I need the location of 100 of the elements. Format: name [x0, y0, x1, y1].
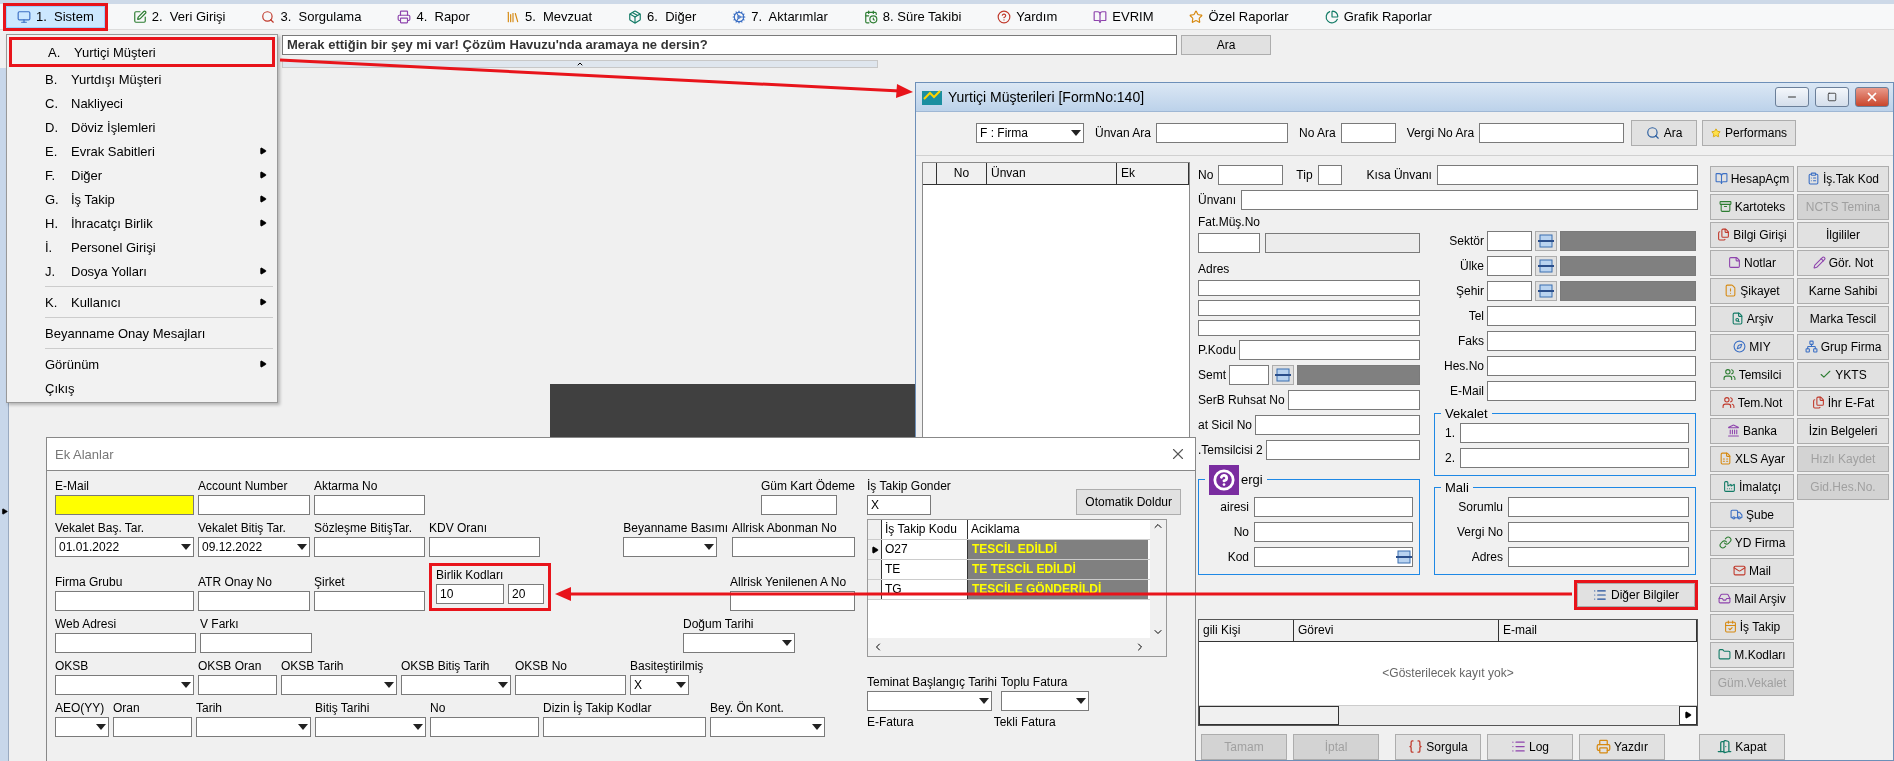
input-field[interactable]: [1265, 440, 1420, 461]
input-field[interactable]: [55, 633, 196, 653]
side-button[interactable]: Bilgi Girişi: [1710, 221, 1794, 248]
input-field[interactable]: [515, 675, 626, 695]
vertical-scrollbar[interactable]: [1150, 520, 1166, 638]
input-field[interactable]: [113, 717, 192, 737]
dropdown-field[interactable]: [710, 717, 825, 737]
menu-item[interactable]: 7. Aktarımlar: [721, 5, 839, 28]
menu-entry[interactable]: Görünüm: [9, 352, 275, 376]
input-field[interactable]: [1487, 306, 1696, 327]
side-button[interactable]: HesapAçm: [1710, 165, 1794, 192]
input-field[interactable]: [1460, 448, 1689, 469]
input-field[interactable]: [198, 675, 277, 695]
side-button[interactable]: Karne Sahibi: [1797, 277, 1889, 304]
horizontal-scrollbar[interactable]: [868, 638, 1166, 656]
input-field[interactable]: [1508, 547, 1689, 568]
menu-item[interactable]: 5. Mevzuat: [494, 5, 604, 28]
row-indicator[interactable]: [868, 560, 882, 579]
input-field[interactable]: [200, 633, 312, 653]
input-field[interactable]: [198, 495, 310, 515]
side-button[interactable]: İlgililer: [1797, 221, 1889, 248]
menu-entry[interactable]: E. Evrak Sabitleri: [9, 139, 275, 163]
dropdown-field[interactable]: 09.12.2022: [198, 537, 310, 557]
side-button[interactable]: Temsilci: [1710, 361, 1794, 388]
menu-item[interactable]: 8. Süre Takibi: [852, 5, 973, 28]
autofill-button[interactable]: Otomatik Doldur: [1076, 489, 1181, 515]
side-button[interactable]: Mail Arşiv: [1710, 585, 1794, 612]
menu-item[interactable]: 6. Diğer: [617, 5, 708, 28]
input-field[interactable]: [1255, 415, 1420, 436]
side-button[interactable]: MIY: [1710, 333, 1794, 360]
input-field[interactable]: [1254, 522, 1413, 543]
input-field[interactable]: [1460, 423, 1689, 444]
input-field[interactable]: [1317, 164, 1342, 185]
menu-entry[interactable]: Beyanname Onay Mesajları: [9, 321, 275, 345]
expand-arrow-icon[interactable]: [0, 508, 8, 515]
input-field[interactable]: [1229, 365, 1269, 386]
search-button[interactable]: Ara: [1631, 120, 1698, 147]
dropdown-field[interactable]: [867, 691, 992, 711]
splitter-bar[interactable]: [282, 60, 878, 68]
menu-item[interactable]: Yardım: [986, 5, 1069, 28]
dropdown-field[interactable]: [315, 717, 426, 737]
dropdown-field[interactable]: X: [630, 675, 689, 695]
input-field[interactable]: [314, 495, 425, 515]
lookup-button[interactable]: [1535, 231, 1557, 252]
input-field[interactable]: [1487, 381, 1696, 402]
side-button[interactable]: Kartoteks: [1710, 193, 1794, 220]
dialog-button[interactable]: Sorgula: [1395, 733, 1481, 760]
close-button[interactable]: [1855, 87, 1889, 108]
lookup-button[interactable]: [1535, 281, 1557, 302]
menu-item[interactable]: 4. Rapor: [386, 5, 481, 28]
side-button[interactable]: Gör. Not: [1797, 249, 1889, 276]
input-field[interactable]: [1198, 233, 1260, 254]
row-indicator[interactable]: [868, 540, 882, 559]
input-field[interactable]: [1479, 123, 1625, 144]
input-field[interactable]: [1287, 390, 1420, 411]
input-field[interactable]: [1508, 497, 1689, 518]
lookup-button[interactable]: [1535, 256, 1557, 277]
input-field[interactable]: [1254, 497, 1413, 518]
side-button[interactable]: İhr E-Fat: [1797, 389, 1889, 416]
dropdown-field[interactable]: [55, 675, 194, 695]
menu-entry[interactable]: Çıkış: [9, 376, 275, 400]
side-button[interactable]: YKTS: [1797, 361, 1889, 388]
side-button[interactable]: Notlar: [1710, 249, 1794, 276]
input-field[interactable]: [1487, 231, 1532, 252]
menu-entry[interactable]: J. Dosya Yolları: [9, 259, 275, 283]
search-button[interactable]: Ara: [1181, 35, 1271, 55]
menu-item[interactable]: Özel Raporlar: [1178, 5, 1300, 28]
performance-button[interactable]: Performans: [1702, 120, 1797, 147]
dropdown-field[interactable]: 01.01.2022: [55, 537, 194, 557]
input-field[interactable]: [1238, 340, 1420, 361]
menu-entry[interactable]: H. İhracatçı Birlik: [9, 211, 275, 235]
menu-entry[interactable]: İ. Personel Girişi: [9, 235, 275, 259]
side-button[interactable]: İzin Belgeleri: [1797, 417, 1889, 444]
scroll-right-button[interactable]: [1679, 705, 1697, 725]
search-field[interactable]: Merak ettiğin bir şey mi var! Çözüm Havuzu'nda aramaya ne dersin?: [282, 35, 1177, 55]
input-field[interactable]: [1198, 319, 1420, 336]
input-field[interactable]: [55, 591, 194, 611]
side-button[interactable]: İş Takip: [1710, 613, 1794, 640]
input-field[interactable]: [1241, 189, 1698, 210]
minimize-button[interactable]: [1775, 87, 1809, 108]
more-info-button[interactable]: Diğer Bilgiler: [1577, 582, 1695, 607]
input-field[interactable]: [1436, 164, 1698, 185]
side-button[interactable]: Marka Tescil: [1797, 305, 1889, 332]
menu-entry[interactable]: G. İş Takip: [9, 187, 275, 211]
menu-item[interactable]: 3. Sorgulama: [250, 5, 373, 28]
menu-entry[interactable]: D. Döviz İşlemleri: [9, 115, 275, 139]
side-button[interactable]: Tem.Not: [1710, 389, 1794, 416]
input-field[interactable]: [1487, 331, 1696, 352]
dropdown-field[interactable]: [683, 633, 795, 653]
side-button[interactable]: Grup Firma: [1797, 333, 1889, 360]
dropdown-field[interactable]: [196, 717, 311, 737]
side-button[interactable]: İmalatçı: [1710, 473, 1794, 500]
input-field[interactable]: [1340, 123, 1396, 144]
input-field[interactable]: [543, 717, 706, 737]
input-field[interactable]: 10: [436, 584, 504, 604]
input-field[interactable]: [1487, 356, 1696, 377]
input-field[interactable]: [1156, 123, 1289, 144]
input-field[interactable]: [429, 537, 540, 557]
dialog-button[interactable]: Yazdır: [1579, 733, 1665, 760]
input-field[interactable]: [55, 495, 194, 515]
